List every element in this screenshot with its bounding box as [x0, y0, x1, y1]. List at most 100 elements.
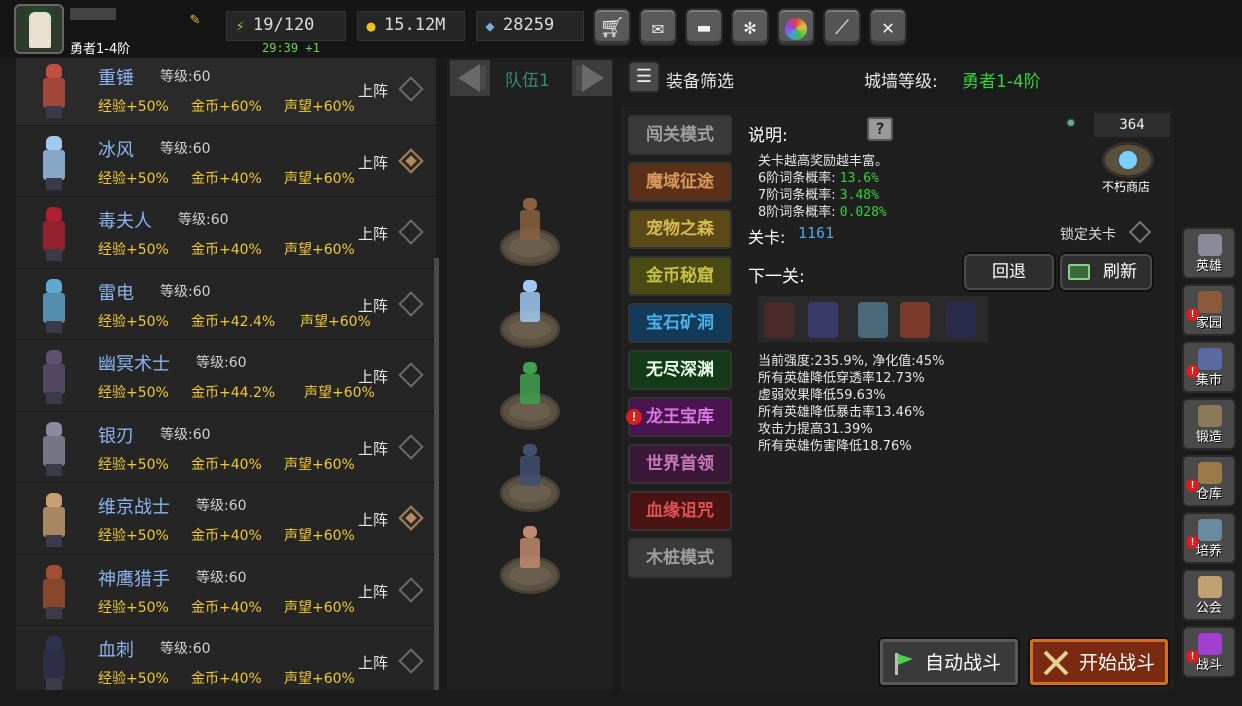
hero-name: 血刺 [98, 640, 134, 661]
mode-button[interactable]: 魔域征途 [628, 162, 732, 202]
help-button[interactable]: ? [867, 117, 893, 141]
description-label: 说明: [748, 126, 788, 146]
info-line: 8阶词条概率: 0.028% [758, 205, 887, 220]
auto-battle-button[interactable]: 自动战斗 [880, 639, 1018, 685]
deploy-toggle[interactable] [398, 576, 424, 603]
mode-button[interactable]: 金币秘窟 [628, 256, 732, 296]
menu-icon: ☰ [635, 66, 653, 87]
nav-item[interactable]: 公会 [1182, 569, 1236, 621]
deploy-toggle[interactable] [398, 362, 424, 388]
hero-level: 等级:60 [160, 283, 211, 300]
mode-button[interactable]: 血缘诅咒 [628, 491, 732, 531]
shop-cart-button[interactable]: 🛒︎ [593, 8, 631, 46]
nav-item[interactable]: 锻造 [1182, 398, 1236, 450]
fame-bonus: 声望+60% [284, 99, 355, 115]
hero-portrait [34, 489, 74, 549]
arrow-left-icon [458, 64, 486, 92]
energy-counter: ⚡ 19/120 [226, 11, 346, 41]
deploy-toggle[interactable] [398, 505, 424, 531]
team-hero-sprite[interactable] [515, 444, 545, 490]
hero-name: 维京战士 [98, 497, 170, 518]
team-next-button[interactable] [572, 60, 612, 96]
mail-button[interactable]: ✉ [639, 8, 677, 46]
player-avatar[interactable] [14, 4, 64, 54]
deploy-toggle[interactable] [398, 76, 424, 102]
nav-item[interactable]: 英雄 [1182, 227, 1236, 279]
hero-row[interactable]: 冰风 等级:60 经验+50% 金币+40% 声望+60% 上阵 [16, 125, 436, 197]
immortal-shop-icon[interactable] [1102, 142, 1154, 178]
deploy-label[interactable]: 上阵 [358, 366, 388, 387]
deploy-label[interactable]: 上阵 [358, 438, 388, 459]
settings-button[interactable]: ✻ [731, 8, 769, 46]
deploy-toggle[interactable] [398, 147, 424, 174]
enemy-icon [808, 302, 838, 338]
deploy-toggle[interactable] [398, 290, 424, 317]
nav-icon [1198, 519, 1222, 541]
exp-bonus: 经验+50% [98, 599, 169, 616]
exp-bonus: 经验+50% [98, 385, 169, 401]
color-wheel-icon [785, 17, 807, 40]
gold-bonus: 金币+40% [191, 456, 262, 473]
hero-row[interactable]: 维京战士 等级:60 经验+50% 金币+40% 声望+60% 上阵 [16, 483, 436, 555]
team-prev-button[interactable] [450, 60, 490, 96]
mode-button[interactable]: 宝石矿洞 [628, 303, 732, 343]
deploy-toggle[interactable] [398, 648, 424, 674]
team-hero-sprite[interactable] [515, 280, 545, 326]
hero-list-scrollbar[interactable] [434, 258, 439, 690]
color-wheel-button[interactable] [777, 8, 815, 46]
team-hero-sprite[interactable] [515, 362, 545, 408]
deploy-label[interactable]: 上阵 [358, 652, 388, 673]
gold-bonus: 金币+40% [191, 599, 262, 616]
skill-button[interactable]: ⟋ [823, 8, 861, 46]
immortal-shop-label[interactable]: 不朽商店 [1102, 178, 1150, 195]
enemy-icon [858, 302, 888, 338]
team-hero-sprite[interactable] [515, 198, 545, 244]
mode-button[interactable]: 宠物之森 [628, 209, 732, 249]
nav-item[interactable]: ! 集市 [1182, 341, 1236, 393]
gold-bonus: 金币+40% [191, 528, 262, 544]
refresh-button[interactable]: 刷新 [1060, 254, 1152, 290]
gold-bonus: 金币+40% [191, 170, 262, 187]
deploy-label[interactable]: 上阵 [358, 80, 388, 101]
hero-row[interactable]: 血刺 等级:60 经验+50% 金币+40% 声望+60% 上阵 [16, 626, 436, 690]
hero-name: 重锤 [98, 68, 134, 89]
hero-list[interactable]: 重锤 等级:60 经验+50% 金币+60% 声望+60% 上阵 冰风 等级:6… [16, 58, 436, 690]
enemy-icon [900, 302, 930, 338]
mode-button[interactable]: 无尽深渊 [628, 350, 732, 390]
equipment-filter-button[interactable]: ☰ [628, 61, 660, 93]
mode-button[interactable]: 木桩模式 [628, 538, 732, 578]
deploy-label[interactable]: 上阵 [358, 581, 388, 602]
nav-item[interactable]: ! 家园 [1182, 284, 1236, 336]
hero-level: 等级:60 [160, 69, 211, 85]
modifier-line: 所有英雄伤害降低18.76% [758, 439, 912, 454]
nav-item[interactable]: ! 培养 [1182, 512, 1236, 564]
nav-item[interactable]: ! 战斗 [1182, 626, 1236, 678]
battle-button[interactable]: ✕ [869, 8, 907, 46]
nav-icon [1198, 234, 1222, 256]
deploy-toggle[interactable] [398, 433, 424, 460]
nav-icon [1198, 348, 1222, 370]
deploy-toggle[interactable] [398, 219, 424, 245]
deploy-label[interactable]: 上阵 [358, 509, 388, 530]
edit-icon[interactable]: ✎ [190, 9, 210, 28]
hero-row[interactable]: 雷电 等级:60 经验+50% 金币+42.4% 声望+60% 上阵 [16, 268, 436, 340]
hero-row[interactable]: 重锤 等级:60 经验+50% 金币+60% 声望+60% 上阵 [16, 58, 436, 126]
hero-row[interactable]: 银刃 等级:60 经验+50% 金币+40% 声望+60% 上阵 [16, 411, 436, 483]
exp-bonus: 经验+50% [98, 242, 169, 258]
hero-row[interactable]: 毒夫人 等级:60 经验+50% 金币+40% 声望+60% 上阵 [16, 197, 436, 269]
mode-button[interactable]: 世界首领 [628, 444, 732, 484]
energy-value: 19/120 [253, 15, 315, 35]
mode-button[interactable]: 龙王宝库 [628, 397, 732, 437]
fame-bonus: 声望+60% [284, 242, 355, 258]
mode-button[interactable]: 闯关模式 [628, 115, 732, 155]
gamepad-button[interactable]: ▬ [685, 8, 723, 46]
start-battle-button[interactable]: 开始战斗 [1030, 639, 1168, 685]
hero-row[interactable]: 神鹰猎手 等级:60 经验+50% 金币+40% 声望+60% 上阵 [16, 554, 436, 626]
deploy-label[interactable]: 上阵 [358, 223, 388, 244]
deploy-label[interactable]: 上阵 [358, 152, 388, 173]
back-button[interactable]: 回退 [964, 254, 1054, 290]
deploy-label[interactable]: 上阵 [358, 295, 388, 316]
hero-row[interactable]: 幽冥术士 等级:60 经验+50% 金币+44.2% 声望+60% 上阵 [16, 340, 436, 412]
nav-item[interactable]: ! 仓库 [1182, 455, 1236, 507]
team-hero-sprite[interactable] [515, 526, 545, 572]
